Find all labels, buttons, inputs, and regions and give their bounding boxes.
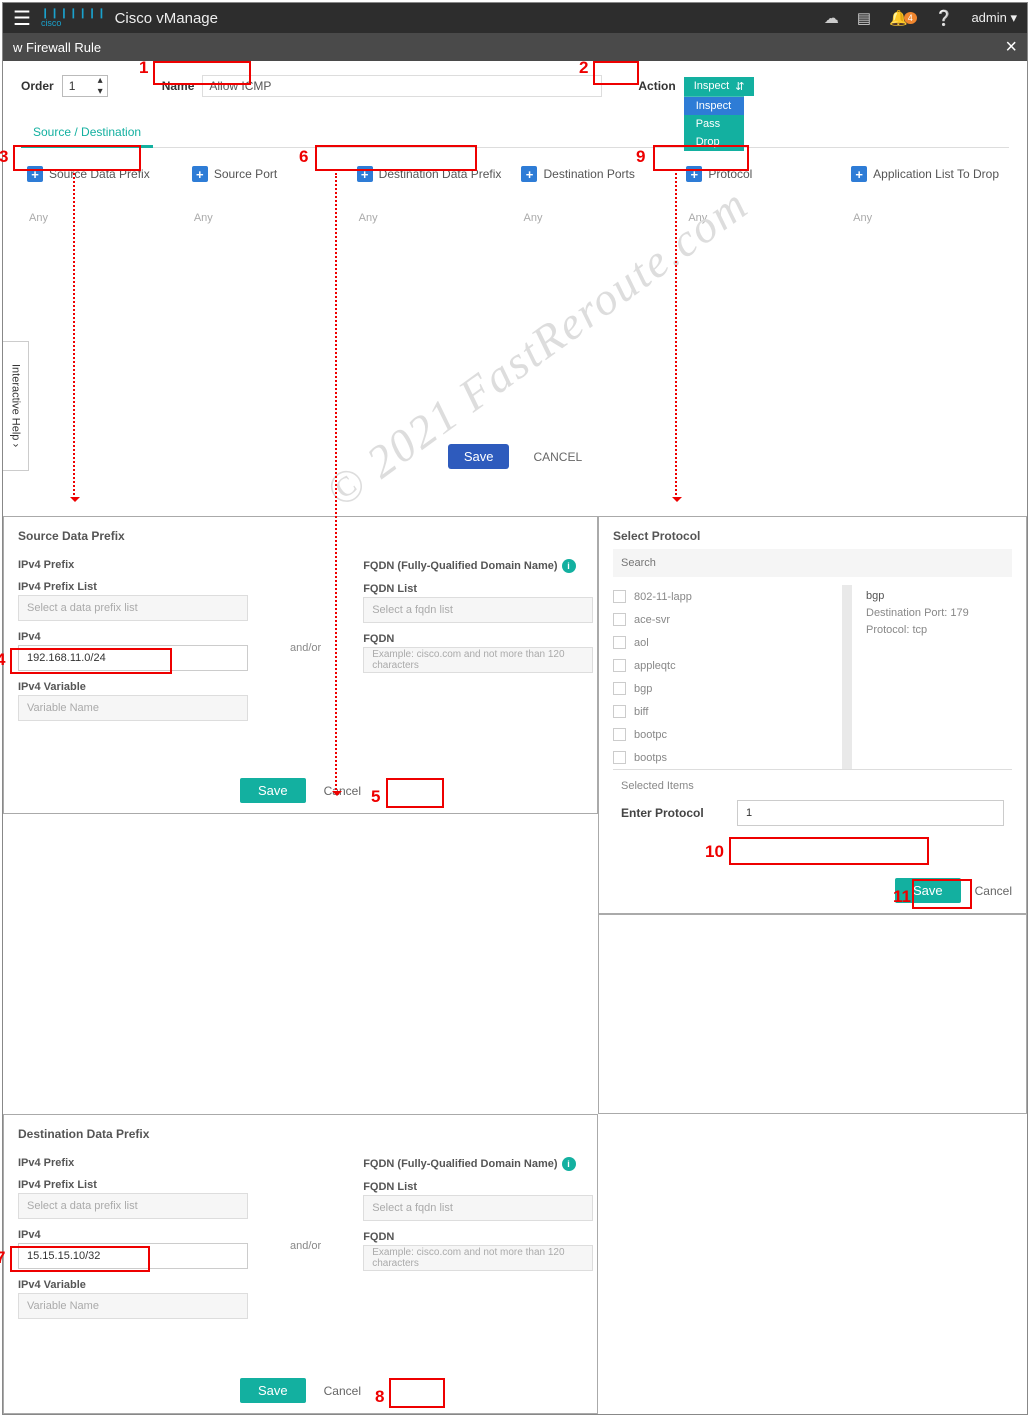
callout-num-10: 10 bbox=[705, 842, 724, 862]
interactive-help-button[interactable]: Interactive Help › bbox=[3, 341, 29, 471]
page-subtitle: w Firewall Rule bbox=[13, 40, 101, 55]
callout-num-2: 2 bbox=[579, 58, 588, 78]
menu-icon[interactable]: ☰ bbox=[13, 6, 31, 31]
info-icon[interactable]: i bbox=[562, 1157, 576, 1171]
ddp-title: Destination Data Prefix bbox=[18, 1127, 583, 1141]
proto-title: Select Protocol bbox=[613, 529, 1012, 543]
callout-7 bbox=[10, 1246, 150, 1272]
callout-num-7: 7 bbox=[0, 1248, 5, 1268]
sdp-panel: Source Data Prefix IPv4 Prefix IPv4 Pref… bbox=[3, 516, 598, 814]
callout-num-9: 9 bbox=[636, 147, 645, 167]
action-label: Action bbox=[638, 79, 675, 93]
proto-item[interactable]: 802-11-lapp bbox=[613, 585, 834, 608]
sdp-fqdn-input[interactable]: Example: cisco.com and not more than 120… bbox=[363, 647, 593, 673]
callout-num-11: 11 bbox=[893, 887, 911, 907]
callout-num-6: 6 bbox=[299, 147, 308, 167]
info-icon[interactable]: i bbox=[562, 559, 576, 573]
ddp-prefixlist-input[interactable]: Select a data prefix list bbox=[18, 1193, 248, 1219]
ddp-fqdn-input[interactable]: Example: cisco.com and not more than 120… bbox=[363, 1245, 593, 1271]
tab-source-destination[interactable]: Source / Destination bbox=[21, 119, 153, 148]
name-input[interactable]: Allow ICMP bbox=[202, 75, 602, 97]
callout-8 bbox=[389, 1378, 445, 1408]
sdp-ipv4var-input[interactable]: Variable Name bbox=[18, 695, 248, 721]
action-select[interactable]: Inspect⇵ Inspect Pass Drop bbox=[684, 77, 755, 96]
col-dest-ports: Destination Ports bbox=[543, 167, 634, 181]
sdp-cancel-button[interactable]: Cancel bbox=[324, 784, 361, 798]
plus-icon[interactable]: + bbox=[851, 166, 867, 182]
col-source-port: Source Port bbox=[214, 167, 277, 181]
callout-num-3: 3 bbox=[0, 147, 8, 167]
proto-cancel-button[interactable]: Cancel bbox=[975, 884, 1012, 898]
callout-4 bbox=[10, 648, 172, 674]
callout-5 bbox=[386, 778, 444, 808]
selected-items-label: Selected Items bbox=[613, 769, 1012, 796]
callout-6 bbox=[315, 145, 477, 171]
proto-panel: Select Protocol 802-11-lapp ace-svr aol … bbox=[598, 516, 1027, 914]
proto-item[interactable]: bootps bbox=[613, 746, 834, 769]
callout-11 bbox=[912, 879, 972, 909]
callout-num-4: 4 bbox=[0, 650, 5, 670]
cisco-logo: ❙❙❙❙❙❙❙ cisco bbox=[41, 9, 107, 28]
proto-search-input[interactable] bbox=[613, 549, 1012, 577]
action-option-pass[interactable]: Pass bbox=[684, 115, 744, 133]
rule-save-button[interactable]: Save bbox=[448, 444, 510, 469]
app-header: ☰ ❙❙❙❙❙❙❙ cisco Cisco vManage ☁ ▤ 🔔4 ❔ a… bbox=[3, 3, 1027, 33]
scrollbar[interactable] bbox=[842, 585, 852, 769]
callout-9 bbox=[653, 145, 749, 171]
ddp-cancel-button[interactable]: Cancel bbox=[324, 1384, 361, 1398]
arrow-6 bbox=[335, 173, 337, 793]
order-label: Order bbox=[21, 79, 54, 93]
callout-10 bbox=[729, 837, 929, 865]
user-menu[interactable]: admin ▾ bbox=[971, 10, 1017, 26]
arrow-9 bbox=[675, 173, 677, 499]
chevron-updown-icon: ⇵ bbox=[735, 80, 744, 93]
ddp-ipv4var-input[interactable]: Variable Name bbox=[18, 1293, 248, 1319]
action-selected: Inspect⇵ bbox=[684, 77, 755, 96]
callout-2 bbox=[593, 61, 639, 85]
help-icon[interactable]: ❔ bbox=[935, 9, 954, 27]
rule-cancel-button[interactable]: CANCEL bbox=[533, 450, 582, 464]
close-icon[interactable]: × bbox=[1005, 36, 1017, 59]
app-name: Cisco vManage bbox=[115, 10, 218, 27]
arrow-3 bbox=[73, 173, 75, 499]
proto-item[interactable]: bgp bbox=[613, 677, 834, 700]
rule-editor: © 2021 FastReroute.com Order 1▴▾ Name Al… bbox=[3, 61, 1027, 516]
sdp-prefixlist-input[interactable]: Select a data prefix list bbox=[18, 595, 248, 621]
proto-empty-panel bbox=[598, 914, 1027, 1114]
tasks-icon[interactable]: ▤ bbox=[857, 9, 871, 27]
enter-protocol-label: Enter Protocol bbox=[621, 806, 737, 820]
callout-num-1: 1 bbox=[139, 58, 148, 78]
sdp-fqdnlist-input[interactable]: Select a fqdn list bbox=[363, 597, 593, 623]
order-input[interactable]: 1▴▾ bbox=[62, 75, 108, 97]
cloud-icon[interactable]: ☁ bbox=[824, 9, 839, 27]
enter-protocol-input[interactable]: 1 bbox=[737, 800, 1004, 826]
sdp-save-button[interactable]: Save bbox=[240, 778, 306, 803]
proto-item[interactable]: aol bbox=[613, 631, 834, 654]
action-option-inspect[interactable]: Inspect bbox=[684, 97, 744, 115]
callout-1 bbox=[153, 61, 251, 85]
proto-item[interactable]: bootpc bbox=[613, 723, 834, 746]
proto-detail: bgp Destination Port: 179 Protocol: tcp bbox=[852, 585, 1012, 769]
sub-header: w Firewall Rule × bbox=[3, 33, 1027, 61]
col-applist: Application List To Drop bbox=[873, 167, 999, 181]
ddp-fqdnlist-input[interactable]: Select a fqdn list bbox=[363, 1195, 593, 1221]
bell-icon[interactable]: 🔔4 bbox=[889, 9, 917, 27]
plus-icon[interactable]: + bbox=[521, 166, 537, 182]
proto-item[interactable]: biff bbox=[613, 700, 834, 723]
callout-num-8: 8 bbox=[375, 1387, 384, 1407]
proto-item[interactable]: ace-svr bbox=[613, 608, 834, 631]
plus-icon[interactable]: + bbox=[192, 166, 208, 182]
sdp-title: Source Data Prefix bbox=[18, 529, 583, 543]
ddp-save-button[interactable]: Save bbox=[240, 1378, 306, 1403]
ddp-panel: Destination Data Prefix IPv4 Prefix IPv4… bbox=[3, 1114, 598, 1414]
callout-num-5: 5 bbox=[371, 787, 380, 807]
proto-item[interactable]: appleqtc bbox=[613, 654, 834, 677]
callout-3 bbox=[13, 145, 141, 171]
